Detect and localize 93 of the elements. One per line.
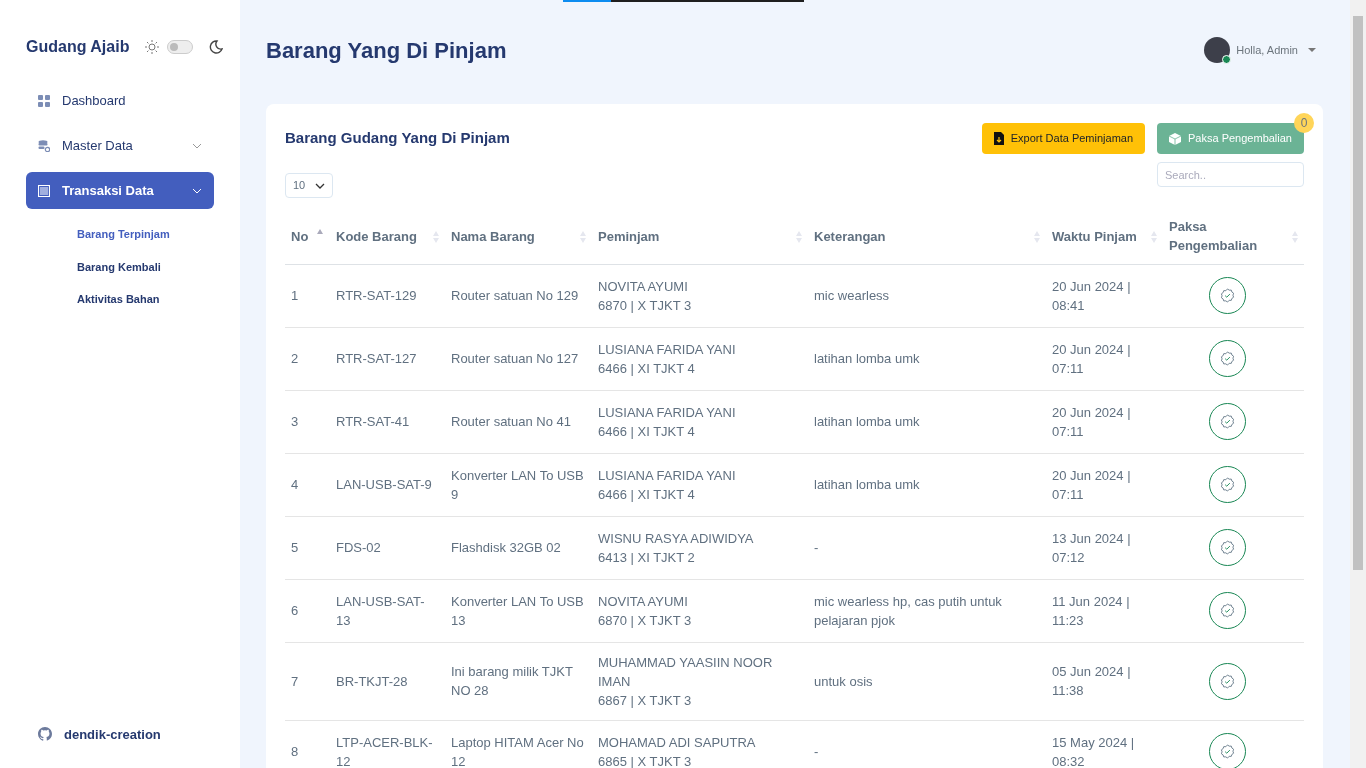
badge-check-icon — [1220, 288, 1235, 303]
item-code: LTP-ACER-BLK-12 — [330, 720, 445, 768]
item-code: BR-TKJT-28 — [330, 642, 445, 720]
borrower: WISNU RASYA ADIWIDYA 6413 | XI TJKT 2 — [592, 516, 808, 579]
column-header[interactable]: Kode Barang — [336, 226, 417, 246]
borrow-time: 11 Jun 2024 | 11:23 — [1046, 579, 1163, 642]
borrower: NOVITA AYUMI 6870 | X TJKT 3 — [592, 579, 808, 642]
submenu-item[interactable]: Aktivitas Bahan — [77, 291, 214, 308]
note: - — [808, 516, 1046, 579]
borrow-time: 20 Jun 2024 | 08:41 — [1046, 264, 1163, 327]
avatar[interactable] — [1204, 37, 1231, 63]
sidebar-item[interactable]: Dashboard — [26, 82, 214, 119]
borrower: LUSIANA FARIDA YANI 6466 | XI TJKT 4 — [592, 327, 808, 390]
item-name: Ini barang milik TJKT NO 28 — [445, 642, 592, 720]
page-title: Barang Yang Di Pinjam — [266, 36, 507, 65]
table-icon — [38, 184, 50, 197]
borrower: LUSIANA FARIDA YANI 6466 | XI TJKT 4 — [592, 390, 808, 453]
chevron-icon — [192, 187, 202, 194]
column-header[interactable]: Waktu Pinjam — [1052, 226, 1137, 246]
badge-check-icon — [1220, 673, 1235, 689]
item-code: FDS-02 — [330, 516, 445, 579]
chevron-down-icon — [315, 182, 326, 189]
note: mic wearless — [808, 264, 1046, 327]
item-name: Laptop HITAM Acer No 12 — [445, 720, 592, 768]
badge-check-icon — [1220, 351, 1235, 366]
chevron-icon — [192, 142, 202, 149]
borrow-time: 20 Jun 2024 | 07:11 — [1046, 327, 1163, 390]
borrower: MOHAMAD ADI SAPUTRA 6865 | X TJKT 3 — [592, 720, 808, 768]
file-download-icon — [993, 132, 1004, 145]
badge-check-icon — [1220, 540, 1235, 555]
column-header[interactable]: Peminjam — [598, 226, 660, 246]
card-title: Barang Gudang Yang Di Pinjam — [285, 128, 510, 148]
theme-toggle[interactable] — [167, 40, 194, 54]
badge-check-icon — [1220, 744, 1235, 759]
note: - — [808, 720, 1046, 768]
row-number: 6 — [285, 579, 330, 642]
badge-check-icon — [1220, 477, 1235, 492]
row-number: 3 — [285, 390, 330, 453]
item-code: RTR-SAT-129 — [330, 264, 445, 327]
column-header[interactable]: Nama Barang — [451, 226, 535, 246]
item-name: Flashdisk 32GB 02 — [445, 516, 592, 579]
row-number: 2 — [285, 327, 330, 390]
row-number: 7 — [285, 642, 330, 720]
search-field[interactable]: Search.. — [1157, 162, 1304, 187]
column-header[interactable]: Keterangan — [814, 226, 886, 246]
box-icon — [1169, 132, 1182, 145]
row-number: 4 — [285, 453, 330, 516]
note: latihan lomba umk — [808, 327, 1046, 390]
row-number: 8 — [285, 720, 330, 768]
sun-icon — [145, 40, 160, 54]
item-name: Router satuan No 127 — [445, 327, 592, 390]
column-header[interactable]: No — [291, 226, 309, 246]
item-name: Router satuan No 129 — [445, 264, 592, 327]
export-button[interactable]: Export Data Peminjaman — [981, 123, 1146, 154]
borrow-time: 20 Jun 2024 | 07:11 — [1046, 390, 1163, 453]
item-code: RTR-SAT-127 — [330, 327, 445, 390]
item-code: RTR-SAT-41 — [330, 390, 445, 453]
item-name: Router satuan No 41 — [445, 390, 592, 453]
github-icon — [38, 727, 52, 742]
badge-check-icon — [1220, 603, 1235, 618]
moon-icon — [209, 40, 224, 54]
row-number: 1 — [285, 264, 330, 327]
item-name: Konverter LAN To USB 13 — [445, 579, 592, 642]
column-header[interactable]: Paksa Pengembalian — [1169, 216, 1284, 256]
note: latihan lomba umk — [808, 390, 1046, 453]
count-badge: 0 — [1294, 113, 1314, 133]
sidebar-item[interactable]: Master Data — [26, 127, 214, 164]
note: latihan lomba umk — [808, 453, 1046, 516]
badge-check-icon — [1220, 414, 1235, 429]
github-link[interactable]: dendik-creation — [64, 724, 161, 744]
borrow-time: 05 Jun 2024 | 11:38 — [1046, 642, 1163, 720]
scrollbar[interactable] — [1350, 0, 1366, 768]
page-size-select[interactable]: 10 — [285, 173, 334, 198]
database-icon — [38, 139, 50, 152]
caret-icon[interactable] — [1308, 47, 1316, 53]
user-greeting[interactable]: Holla, Admin — [1236, 41, 1298, 59]
borrow-time: 20 Jun 2024 | 07:11 — [1046, 453, 1163, 516]
item-code: LAN-USB-SAT-9 — [330, 453, 445, 516]
submenu-item[interactable]: Barang Kembali — [77, 258, 214, 275]
borrower: NOVITA AYUMI 6870 | X TJKT 3 — [592, 264, 808, 327]
note: mic wearless hp, cas putih untuk pelajaran pjok — [808, 579, 1046, 642]
item-code: LAN-USB-SAT-13 — [330, 579, 445, 642]
borrow-time: 15 May 2024 | 08:32 — [1046, 720, 1163, 768]
item-name: Konverter LAN To USB 9 — [445, 453, 592, 516]
borrow-time: 13 Jun 2024 | 07:12 — [1046, 516, 1163, 579]
sidebar-item[interactable]: Transaksi Data — [26, 172, 214, 209]
borrower: LUSIANA FARIDA YANI 6466 | XI TJKT 4 — [592, 453, 808, 516]
note: untuk osis — [808, 642, 1046, 720]
submenu-item[interactable]: Barang Terpinjam — [77, 226, 214, 243]
brand-title: Gudang Ajaib — [26, 37, 130, 57]
borrower: MUHAMMAD YAASIIN NOOR IMAN 6867 | X TJKT 3 — [592, 642, 808, 720]
row-number: 5 — [285, 516, 330, 579]
grid-icon — [38, 94, 50, 107]
